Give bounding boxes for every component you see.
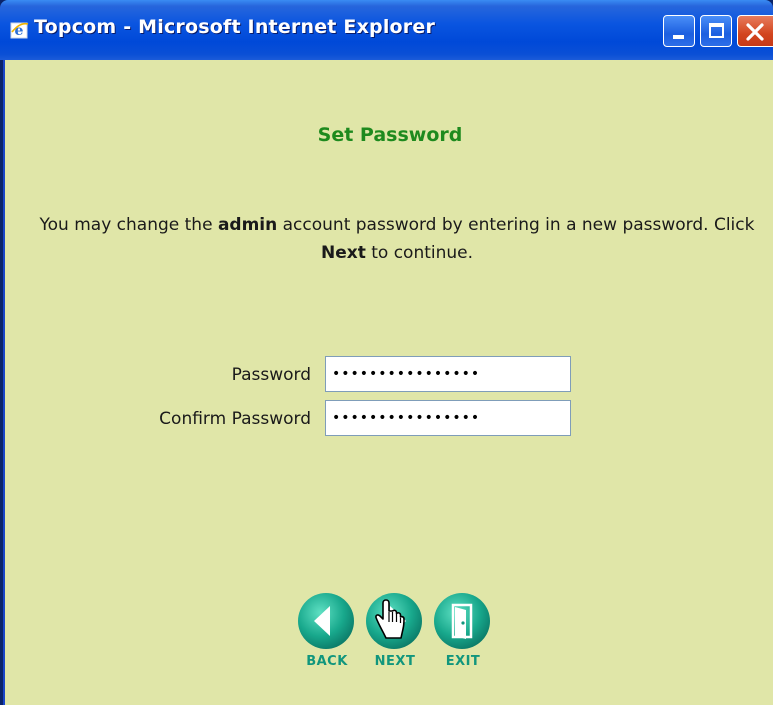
window-title: Topcom - Microsoft Internet Explorer	[34, 16, 436, 38]
next-button[interactable]: NEXT	[365, 592, 425, 669]
exit-door-icon	[434, 593, 490, 649]
password-label: Password	[231, 365, 311, 385]
maximize-icon	[709, 23, 724, 38]
account-name: admin	[217, 215, 278, 235]
hand-cursor-icon	[375, 599, 405, 639]
confirm-password-label: Confirm Password	[159, 409, 311, 429]
password-field[interactable]	[325, 356, 571, 392]
page-content: Set Password You may change the admin ac…	[3, 60, 773, 705]
maximize-button[interactable]	[700, 15, 732, 47]
exit-label: EXIT	[445, 654, 481, 669]
close-button[interactable]	[737, 15, 773, 47]
page-title: Set Password	[317, 124, 463, 146]
exit-button[interactable]: EXIT	[433, 592, 493, 669]
confirm-password-field[interactable]	[325, 400, 571, 436]
browser-window: e Topcom - Microsoft Internet Explorer S…	[0, 0, 773, 705]
intro-text: You may change the admin account passwor…	[27, 211, 767, 267]
minimize-icon	[673, 35, 684, 39]
internet-explorer-icon: e	[10, 22, 29, 39]
intro-text-part: to continue.	[365, 243, 474, 263]
next-keyword: Next	[320, 243, 366, 263]
intro-text-part: account password by entering in a new pa…	[277, 215, 755, 235]
title-bar[interactable]: e Topcom - Microsoft Internet Explorer	[0, 0, 773, 60]
intro-text-part: You may change the	[39, 215, 218, 235]
minimize-button[interactable]	[663, 15, 695, 47]
close-icon	[746, 23, 764, 41]
back-button[interactable]: BACK	[297, 592, 357, 669]
back-arrow-icon	[298, 593, 354, 649]
